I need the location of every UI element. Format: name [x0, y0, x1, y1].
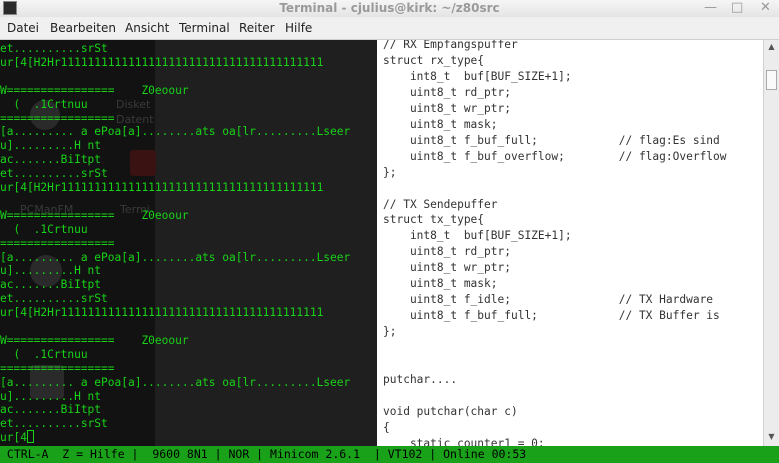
- code-line: struct tx_type{: [383, 213, 485, 227]
- app-icon: [130, 150, 156, 176]
- code-line: // TX Sendepuffer: [383, 197, 498, 211]
- menu-datei[interactable]: Datei: [7, 21, 39, 35]
- menu-bar: Datei Bearbeiten Ansicht Terminal Reiter…: [0, 17, 779, 40]
- menu-reiter[interactable]: Reiter: [239, 21, 275, 35]
- code-line: uint8_t mask;: [383, 117, 498, 131]
- terminal-area[interactable]: Disket Datent PCManFM Termi et..........…: [0, 40, 779, 446]
- minicom-status-bar: CTRL-A Z = Hilfe | 9600 8N1 | NOR | Mini…: [0, 446, 779, 463]
- code-line: void putchar(char c): [383, 404, 518, 418]
- minimize-icon[interactable]: —: [704, 0, 717, 15]
- code-editor[interactable]: // RX Empfangspuffer struct rx_type{ int8…: [377, 40, 763, 446]
- code-line: uint8_t wr_ptr;: [383, 101, 511, 115]
- code-line: // RX Empfangspuffer: [383, 40, 518, 51]
- code-line: int8_t buf[BUF_SIZE+1];: [383, 69, 572, 83]
- menu-ansicht[interactable]: Ansicht: [125, 21, 169, 35]
- title-bar[interactable]: Terminal - cjulius@kirk: ~/z80src — □ ✕: [0, 0, 779, 17]
- code-line: uint8_t f_buf_full; // flag:Es sind: [383, 133, 720, 147]
- code-line: struct rx_type{: [383, 53, 485, 67]
- code-line: putchar....: [383, 372, 458, 386]
- code-line: uint8_t mask;: [383, 277, 498, 291]
- code-line: uint8_t f_idle; // TX Hardware: [383, 293, 714, 307]
- code-line: uint8_t rd_ptr;: [383, 85, 511, 99]
- scroll-thumb[interactable]: [766, 70, 777, 90]
- code-line: uint8_t rd_ptr;: [383, 245, 511, 259]
- scroll-up-icon[interactable]: ▲: [764, 42, 779, 51]
- scroll-down-icon[interactable]: ▼: [764, 432, 779, 441]
- menu-hilfe[interactable]: Hilfe: [285, 21, 312, 35]
- window-title: Terminal - cjulius@kirk: ~/z80src: [279, 1, 500, 15]
- code-line: };: [383, 165, 397, 179]
- code-line: };: [383, 325, 397, 339]
- code-line: uint8_t wr_ptr;: [383, 261, 511, 275]
- code-line: uint8_t f_buf_full; // TX Buffer is: [383, 309, 720, 323]
- close-icon[interactable]: ✕: [760, 0, 771, 15]
- menu-bearbeiten[interactable]: Bearbeiten: [50, 21, 116, 35]
- terminal-cursor: [26, 430, 34, 444]
- terminal-line: ur[4[H2Hr1111111111111111111111111111111…: [0, 306, 324, 320]
- desktop-icon-label: Disket: [116, 98, 151, 111]
- scrollbar[interactable]: ▲ ▼: [763, 40, 779, 446]
- terminal-line: ur[4[H2Hr1111111111111111111111111111111…: [0, 181, 324, 194]
- menu-terminal[interactable]: Terminal: [179, 21, 230, 35]
- terminal-line: ur[4: [0, 430, 34, 446]
- code-line: uint8_t f_buf_overflow; // flag:Overflow: [383, 149, 727, 163]
- code-line: {: [383, 420, 390, 434]
- terminal-line: ur[4[H2Hr1111111111111111111111111111111…: [0, 55, 324, 69]
- code-line: int8_t buf[BUF_SIZE+1];: [383, 229, 572, 243]
- maximize-icon[interactable]: □: [731, 0, 743, 15]
- code-line: static counter1 = 0;: [383, 436, 545, 446]
